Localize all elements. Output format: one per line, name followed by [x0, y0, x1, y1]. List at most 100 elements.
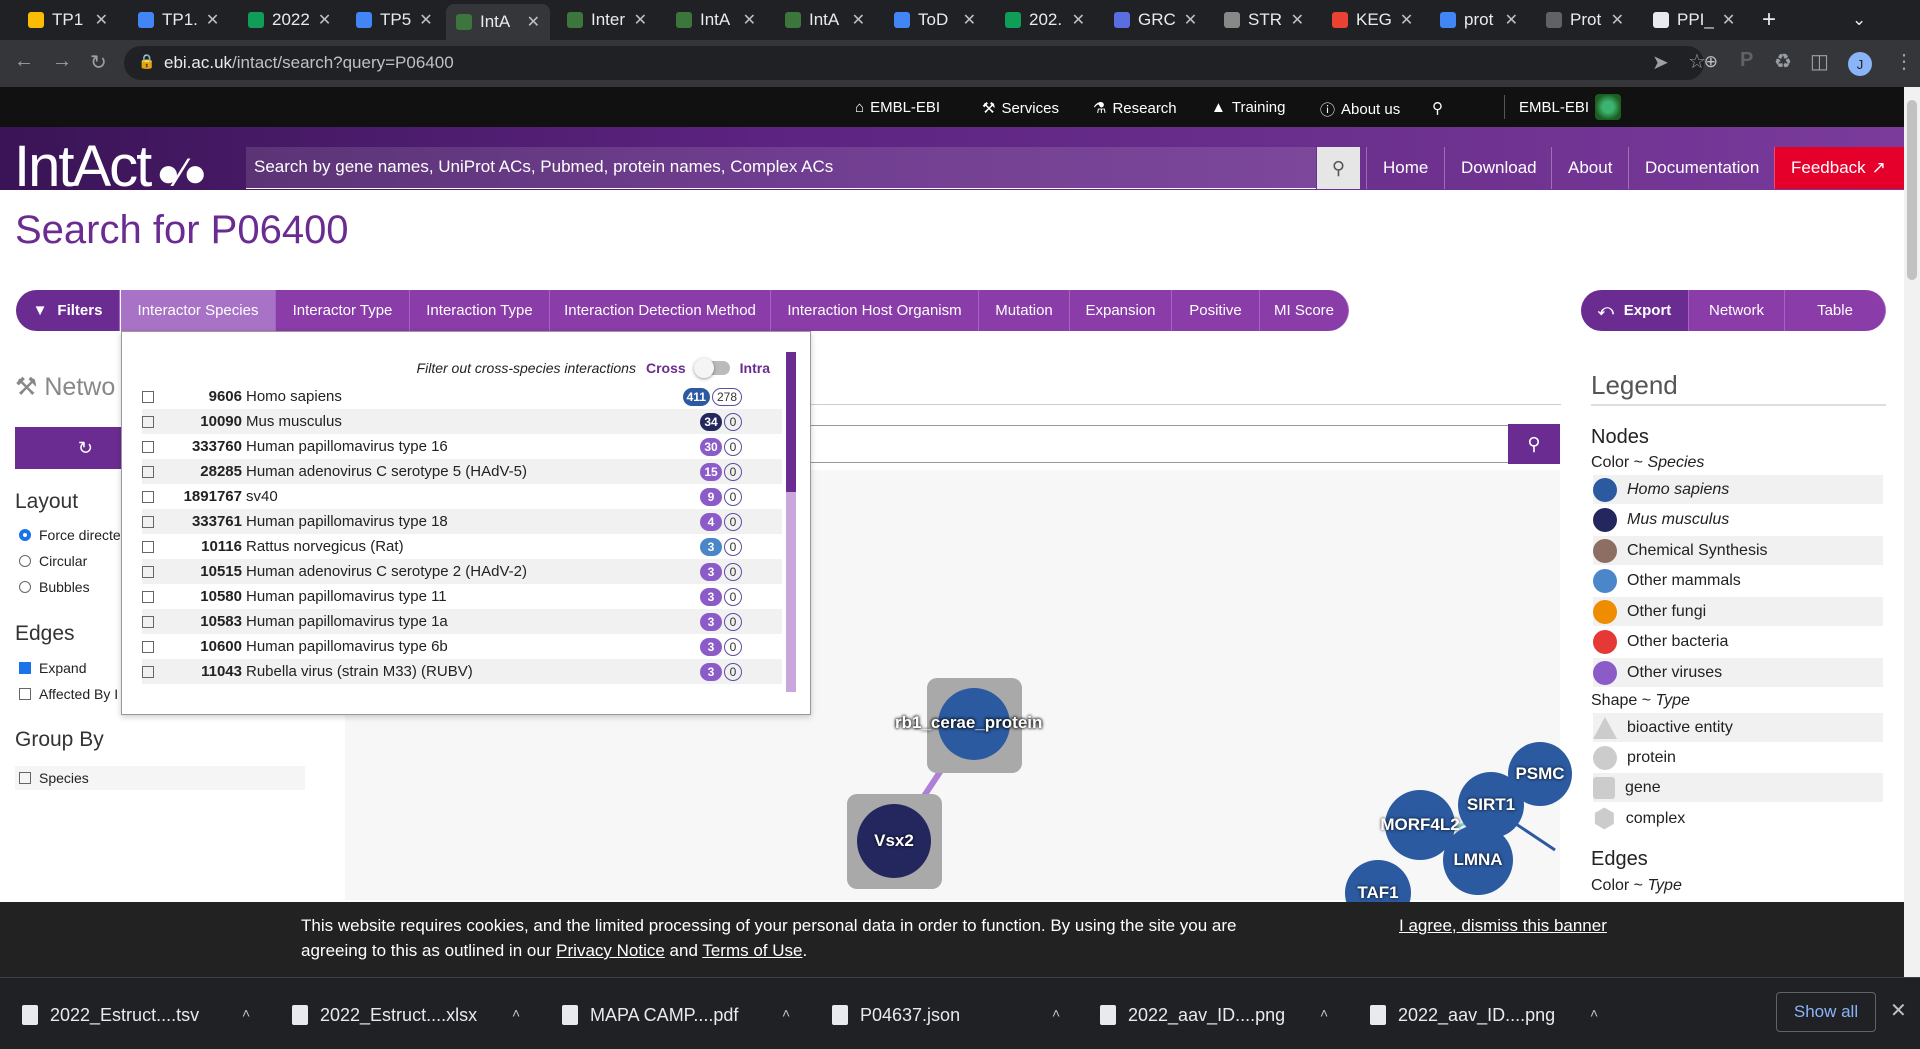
nav-about[interactable]: About: [1551, 147, 1628, 189]
species-row[interactable]: 10515 Human adenovirus C serotype 2 (HAdV…: [142, 559, 782, 584]
nav-documentation[interactable]: Documentation: [1628, 147, 1775, 189]
reload-icon[interactable]: ↻: [90, 50, 107, 75]
filter-tab[interactable]: Mutation: [979, 290, 1070, 331]
download-item[interactable]: 2022_Estruct....xlsx: [292, 1000, 477, 1030]
address-bar[interactable]: 🔒 ebi.ac.uk/intact/search?query=P06400 ⊕: [124, 46, 1718, 80]
checkbox-icon[interactable]: [142, 415, 154, 428]
species-row[interactable]: 10600 Human papillomavirus type 6b 3 0: [142, 634, 782, 659]
tab-close-icon[interactable]: ✕: [743, 10, 756, 30]
chevron-up-icon[interactable]: ˄: [782, 1005, 790, 1021]
sidepanel-icon[interactable]: ◫: [1810, 49, 1829, 74]
filter-tab[interactable]: Interaction Detection Method: [550, 290, 771, 331]
browser-tab[interactable]: prot ✕: [1430, 6, 1528, 34]
browser-tab[interactable]: KEG ✕: [1322, 6, 1422, 34]
puzzle-icon[interactable]: ♻: [1774, 49, 1792, 74]
species-row[interactable]: 10090 Mus musculus 34 0: [142, 409, 782, 434]
radio-icon[interactable]: [19, 555, 31, 567]
download-item[interactable]: 2022_aav_ID....png: [1370, 1000, 1555, 1030]
ebi-link-research[interactable]: ⚗ Research: [1093, 99, 1177, 118]
search-icon[interactable]: ⚲: [1317, 147, 1360, 189]
edge-expand[interactable]: Expand: [19, 660, 86, 676]
browser-tab[interactable]: Inter ✕: [557, 6, 657, 34]
ebi-brand[interactable]: EMBL-EBI: [1504, 94, 1622, 120]
checkbox-icon[interactable]: [19, 662, 31, 674]
avatar[interactable]: J: [1848, 52, 1872, 76]
browser-tab[interactable]: IntA ✕: [446, 4, 550, 40]
browser-tab[interactable]: STR ✕: [1214, 6, 1314, 34]
chevron-up-icon[interactable]: ˄: [242, 1005, 250, 1021]
network-search-input[interactable]: [811, 425, 1509, 463]
tab-close-icon[interactable]: ✕: [1722, 10, 1735, 30]
node-lmna[interactable]: LMNA: [1443, 825, 1513, 895]
checkbox-icon[interactable]: [142, 540, 154, 553]
checkbox-icon[interactable]: [19, 688, 31, 700]
back-icon[interactable]: ←: [14, 50, 34, 73]
checkbox-icon[interactable]: [142, 390, 154, 403]
checkbox-icon[interactable]: [142, 665, 154, 678]
species-row[interactable]: 333760 Human papillomavirus type 16 30 0: [142, 434, 782, 459]
species-row[interactable]: 10583 Human papillomavirus type 1a 3 0: [142, 609, 782, 634]
tab-close-icon[interactable]: ✕: [634, 10, 647, 30]
species-row[interactable]: 9606 Homo sapiens 411 278: [142, 384, 782, 409]
filter-tab[interactable]: Interaction Type: [410, 290, 550, 331]
nav-download[interactable]: Download: [1444, 147, 1553, 189]
species-row[interactable]: 10116 Rattus norvegicus (Rat) 3 0: [142, 534, 782, 559]
filters-button[interactable]: ▼ Filters: [16, 290, 120, 331]
browser-tab[interactable]: IntA ✕: [666, 6, 766, 34]
tab-close-icon[interactable]: ✕: [1400, 10, 1413, 30]
filter-tab[interactable]: Interactor Type: [276, 290, 410, 331]
menu-icon[interactable]: ⋮: [1894, 49, 1914, 74]
chevron-up-icon[interactable]: ˄: [512, 1005, 520, 1021]
tab-close-icon[interactable]: ✕: [318, 10, 331, 30]
species-row[interactable]: 10580 Human papillomavirus type 11 3 0: [142, 584, 782, 609]
checkbox-icon[interactable]: [142, 515, 154, 528]
nav-home[interactable]: Home: [1366, 147, 1444, 189]
radio-icon[interactable]: [19, 529, 31, 541]
layout-bubbles[interactable]: Bubbles: [19, 579, 90, 595]
chevron-up-icon[interactable]: ˄: [1590, 1005, 1598, 1021]
species-row[interactable]: 28285 Human adenovirus C serotype 5 (HAdV…: [142, 459, 782, 484]
checkbox-icon[interactable]: [142, 490, 154, 503]
export-button[interactable]: ⤺ Export: [1581, 290, 1689, 331]
chevron-up-icon[interactable]: ˄: [1052, 1005, 1060, 1021]
browser-tab[interactable]: TP1 ✕: [18, 6, 118, 34]
ebi-link-home[interactable]: ⌂ EMBL-EBI: [855, 99, 940, 116]
tab-close-icon[interactable]: ✕: [206, 10, 219, 30]
ebi-link-services[interactable]: ⚒ Services: [982, 99, 1059, 118]
forward-icon[interactable]: →: [52, 50, 72, 73]
browser-tab[interactable]: TP1. ✕: [128, 6, 228, 34]
browser-tab[interactable]: IntA ✕: [775, 6, 875, 34]
layout-force[interactable]: Force directe: [19, 527, 121, 543]
checkbox-icon[interactable]: [142, 590, 154, 603]
layout-circular[interactable]: Circular: [19, 553, 87, 569]
star-icon[interactable]: ☆: [1688, 49, 1706, 74]
download-item[interactable]: 2022_aav_ID....png: [1100, 1000, 1285, 1030]
tab-close-icon[interactable]: ✕: [419, 10, 432, 30]
browser-tab[interactable]: Prot ✕: [1536, 6, 1634, 34]
browser-tab[interactable]: 202. ✕: [995, 6, 1095, 34]
browser-tab[interactable]: GRC ✕: [1104, 6, 1204, 34]
privacy-link[interactable]: Privacy Notice: [556, 941, 665, 960]
show-all-button[interactable]: Show all: [1776, 992, 1876, 1032]
ebi-link-about[interactable]: ⓘ About us: [1320, 99, 1400, 120]
checkbox-icon[interactable]: [19, 772, 31, 784]
browser-tab[interactable]: TP5 ✕: [346, 6, 438, 34]
node-vsx2[interactable]: Vsx2: [857, 804, 931, 878]
chevron-up-icon[interactable]: ˄: [1320, 1005, 1328, 1021]
checkbox-icon[interactable]: [142, 440, 154, 453]
checkbox-icon[interactable]: [142, 640, 154, 653]
tab-search-icon[interactable]: ⌄: [1842, 6, 1876, 34]
tab-close-icon[interactable]: ✕: [1291, 10, 1304, 30]
tab-close-icon[interactable]: ✕: [95, 10, 108, 30]
tab-close-icon[interactable]: ✕: [852, 10, 865, 30]
browser-tab[interactable]: PPI_ ✕: [1643, 6, 1743, 34]
filter-tab[interactable]: Interaction Host Organism: [771, 290, 979, 331]
edge-affected[interactable]: Affected By I: [19, 686, 118, 702]
filter-tab[interactable]: Expansion: [1070, 290, 1172, 331]
feedback-button[interactable]: Feedback ↗: [1774, 147, 1904, 189]
page-scrollbar-thumb[interactable]: [1907, 100, 1917, 280]
browser-tab[interactable]: ToD ✕: [884, 6, 986, 34]
search-icon[interactable]: ⚲: [1508, 424, 1560, 464]
download-item[interactable]: MAPA CAMP....pdf: [562, 1000, 738, 1030]
species-row[interactable]: 1891767 sv40 9 0: [142, 484, 782, 509]
